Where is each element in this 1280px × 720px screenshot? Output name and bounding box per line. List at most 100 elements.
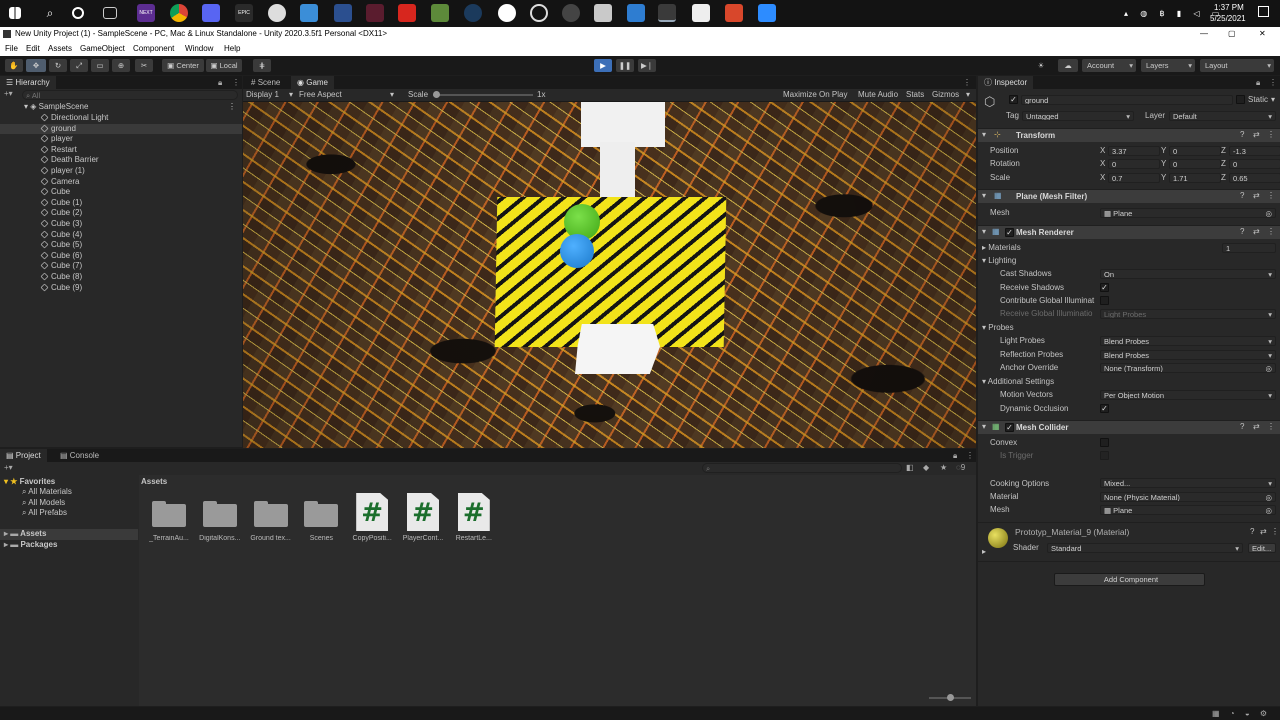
tab-console[interactable]: ▤ Console (54, 449, 105, 462)
rect-tool-button[interactable]: ▭ (91, 59, 109, 72)
hierarchy-item[interactable]: Cube (6) (0, 251, 242, 262)
next-app-icon[interactable]: NEXT (137, 4, 155, 22)
favorite-item[interactable]: ⌕ All Models (22, 498, 65, 509)
hierarchy-item[interactable]: Cube (1) (0, 198, 242, 209)
additional-settings-foldout[interactable]: ▾ Additional Settings (982, 377, 1054, 387)
help-icon[interactable]: ? (1240, 191, 1244, 201)
asset-folder[interactable]: Scenes (293, 495, 349, 545)
zoom-slider-thumb[interactable] (947, 694, 954, 701)
inspector-menu-icon[interactable]: ⋮ (1269, 78, 1277, 87)
account-dropdown[interactable]: Account (1082, 59, 1136, 72)
steam-icon[interactable] (464, 4, 482, 22)
mesh-renderer-header[interactable]: ▾ ▦ ✓ Mesh Renderer ? ⇄ ⋮ (978, 225, 1280, 239)
mesh-collider-header[interactable]: ▾ ▦ ✓ Mesh Collider ? ⇄ ⋮ (978, 420, 1280, 434)
create-button[interactable]: +▾ (4, 89, 13, 98)
status-icons[interactable]: ▦ ◔ ◒ ⚙ (1212, 709, 1271, 718)
favorite-star-icon[interactable]: ★ (940, 463, 947, 472)
move-tool-button[interactable]: ✥ (26, 59, 46, 72)
lighting-foldout[interactable]: ▾ Lighting (982, 256, 1016, 266)
minimize-button[interactable]: — (1200, 27, 1208, 41)
menu-assets[interactable]: Assets (48, 41, 72, 56)
layout-dropdown[interactable]: Layout (1200, 59, 1274, 72)
transform-rotation-z-input[interactable]: 0 (1229, 159, 1280, 170)
display-dropdown[interactable]: Display 1 (246, 90, 279, 100)
materials-foldout[interactable]: ▸ Materials (982, 243, 1021, 253)
search-icon[interactable]: ⌕ (41, 4, 59, 22)
transform-rotation-y-input[interactable]: 0 (1169, 159, 1221, 170)
xbox-icon[interactable] (498, 4, 516, 22)
mesh-collider-enabled-checkbox[interactable]: ✓ (1005, 423, 1014, 432)
scale-slider-thumb[interactable] (433, 91, 440, 98)
collider-mesh-field[interactable]: ▦ Plane ◎ (1100, 505, 1276, 515)
convex-checkbox[interactable] (1100, 438, 1109, 447)
epic-games-icon[interactable]: EPIC (235, 4, 253, 22)
filter-by-label-icon[interactable]: ◆ (923, 463, 929, 472)
transform-tool-button[interactable]: ⊕ (112, 59, 130, 72)
game-viewport[interactable] (243, 102, 976, 448)
contribute-gi-checkbox[interactable] (1100, 296, 1109, 305)
component-menu-icon[interactable]: ⋮ (1267, 227, 1275, 237)
project-lock-icon[interactable]: 🔒︎ (953, 451, 957, 461)
preset-icon[interactable]: ⇄ (1260, 527, 1267, 537)
panel-menu-icon[interactable]: ⋮ (232, 78, 240, 87)
transform-position-z-input[interactable]: -1.3 (1229, 146, 1280, 156)
chrome-icon[interactable] (170, 4, 188, 22)
reflection-probes-dropdown[interactable]: Blend Probes (1100, 350, 1276, 360)
component-menu-icon[interactable]: ⋮ (1267, 130, 1275, 140)
anchor-override-field[interactable]: None (Transform) ◎ (1100, 363, 1276, 373)
close-button[interactable]: ✕ (1259, 27, 1266, 41)
component-menu-icon[interactable]: ⋮ (1267, 422, 1275, 432)
add-component-button[interactable]: Add Component (1054, 573, 1205, 586)
cast-shadows-dropdown[interactable]: On (1100, 269, 1276, 279)
lock-icon[interactable]: 🔒︎ (218, 78, 222, 88)
taskbar-apps-icon[interactable] (103, 7, 117, 19)
project-menu-icon[interactable]: ⋮ (966, 451, 974, 460)
step-button[interactable]: ▶❘ (638, 59, 656, 72)
app-g-icon[interactable] (562, 4, 580, 22)
unity-icon[interactable] (658, 4, 676, 22)
menu-window[interactable]: Window (185, 41, 213, 56)
probes-foldout[interactable]: ▾ Probes (982, 323, 1014, 333)
gizmos-toggle[interactable]: Gizmos (932, 90, 959, 100)
app-6-icon[interactable] (334, 4, 352, 22)
game-panel-menu-icon[interactable]: ⋮ (963, 78, 971, 87)
filter-by-type-icon[interactable]: ◧ (906, 463, 914, 472)
hierarchy-item[interactable]: Death Barrier (0, 155, 242, 166)
transform-scale-z-input[interactable]: 0.65 (1229, 172, 1280, 183)
hierarchy-item[interactable]: Cube (7) (0, 261, 242, 272)
layer-dropdown[interactable]: Default (1169, 111, 1276, 121)
menu-edit[interactable]: Edit (26, 41, 40, 56)
clock-time[interactable]: 1:37 PM (1214, 3, 1244, 12)
transform-rotation-x-input[interactable]: 0 (1108, 159, 1160, 170)
minecraft-icon[interactable] (431, 4, 449, 22)
preset-icon[interactable]: ⇄ (1253, 191, 1260, 201)
object-picker-icon[interactable]: ◎ (1265, 506, 1272, 514)
help-icon[interactable]: ? (1250, 527, 1254, 537)
hierarchy-item[interactable]: Cube (9) (0, 283, 242, 294)
hierarchy-search-input[interactable]: ⌕ All (22, 90, 238, 100)
hierarchy-item[interactable]: Cube (4) (0, 230, 242, 241)
app-white-icon[interactable] (692, 4, 710, 22)
cooking-options-dropdown[interactable]: Mixed... (1100, 478, 1276, 488)
space-toggle[interactable]: ▣ Local (206, 59, 242, 72)
favorite-item[interactable]: ⌕ All Prefabs (22, 508, 67, 519)
rotate-tool-button[interactable]: ↻ (49, 59, 67, 72)
hierarchy-item[interactable]: player (0, 134, 242, 145)
favorites-folder[interactable]: ▾ ★ Favorites (4, 477, 55, 488)
tag-dropdown[interactable]: Untagged (1022, 111, 1134, 121)
play-button[interactable]: ▶ (594, 59, 612, 72)
menu-help[interactable]: Help (224, 41, 240, 56)
app-red-icon[interactable] (725, 4, 743, 22)
mesh-filter-header[interactable]: ▾ ▦ Plane (Mesh Filter) ? ⇄ ⋮ (978, 189, 1280, 203)
shader-dropdown[interactable]: Standard (1047, 543, 1243, 553)
grid-snap-button[interactable]: ⋕ (253, 59, 271, 72)
app-v-icon[interactable] (366, 4, 384, 22)
obs-icon[interactable] (268, 4, 286, 22)
help-icon[interactable]: ? (1240, 422, 1244, 432)
mesh-renderer-enabled-checkbox[interactable]: ✓ (1005, 228, 1014, 237)
discord-icon[interactable] (202, 4, 220, 22)
transform-header[interactable]: ▾ ⊹ Transform ? ⇄ ⋮ (978, 128, 1280, 142)
object-picker-icon[interactable]: ◎ (1265, 493, 1272, 501)
tab-project[interactable]: ▤ Project (0, 449, 47, 462)
asset-script[interactable]: # RestartLe... (446, 493, 502, 545)
